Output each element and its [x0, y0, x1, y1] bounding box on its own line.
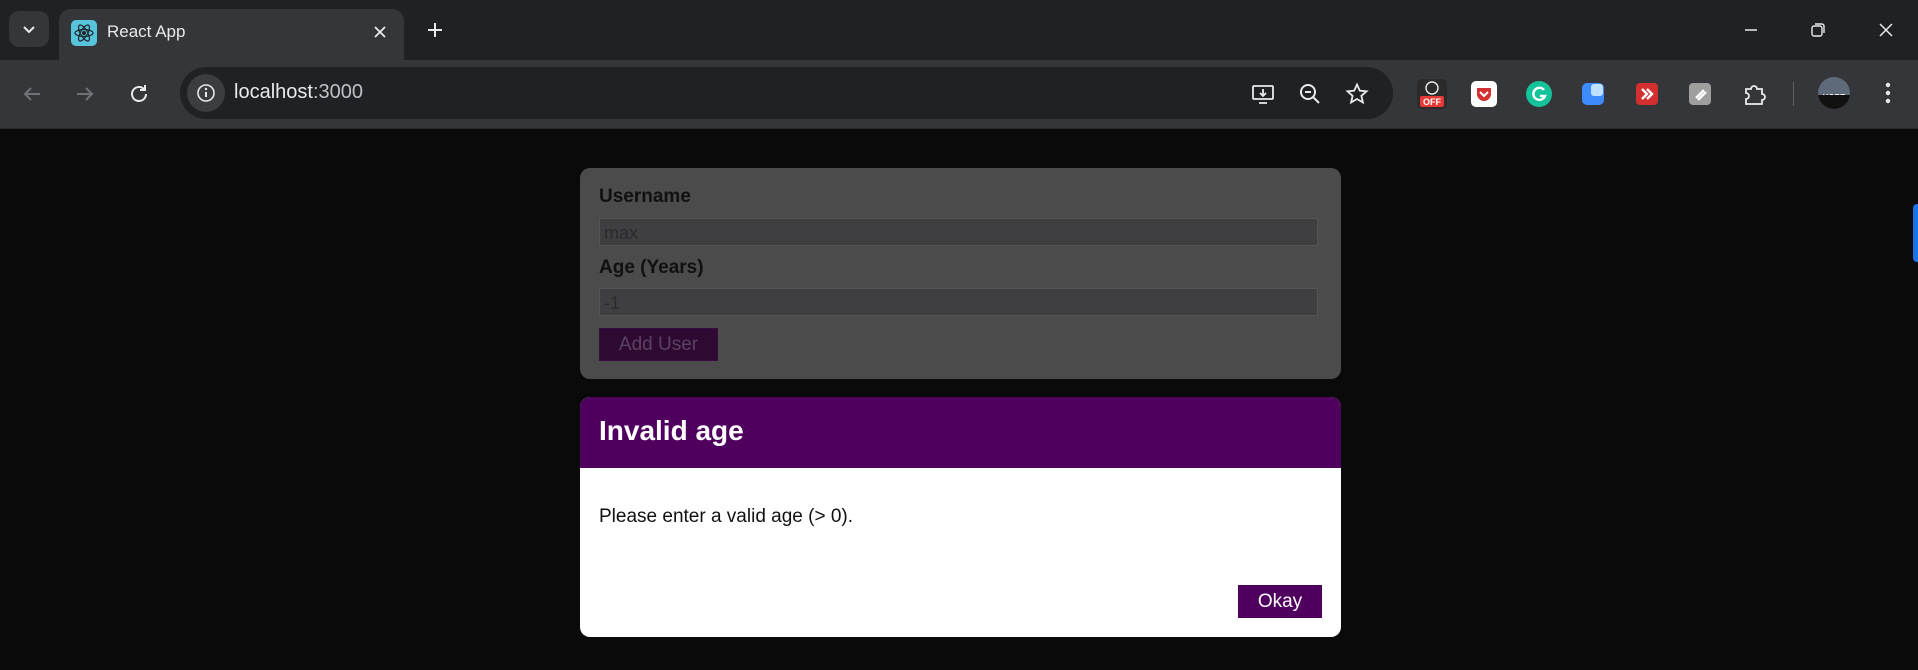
extension-blue-button[interactable]: [1578, 79, 1608, 109]
extension-off-icon: OFF: [1420, 81, 1444, 107]
svg-text:OFF: OFF: [1423, 97, 1441, 107]
modal-header: Invalid age: [580, 397, 1341, 468]
pocket-icon: [1477, 88, 1491, 101]
browser-toolbar: localhost:3000 OFF HOPE: [0, 60, 1918, 129]
error-modal: Invalid age Please enter a valid age (> …: [580, 397, 1341, 637]
reload-icon: [131, 85, 147, 102]
toolbar-separator: [1793, 82, 1794, 106]
extension-pocket-button[interactable]: [1471, 81, 1497, 107]
url-text: localhost:3000: [234, 81, 363, 104]
username-label: Username: [599, 186, 691, 207]
side-panel-handle[interactable]: [1913, 204, 1918, 262]
reload-button[interactable]: [121, 76, 157, 112]
arrow-right-icon: [77, 87, 94, 101]
restore-icon: [1811, 23, 1825, 37]
plus-icon: [428, 23, 442, 37]
window-close-button[interactable]: [1866, 12, 1906, 48]
extension-red-button[interactable]: [1632, 79, 1662, 109]
grammarly-icon: [1526, 81, 1552, 107]
bookmark-button[interactable]: [1342, 79, 1372, 109]
url-host: localhost: [234, 81, 313, 103]
profile-avatar[interactable]: HOPE: [1818, 77, 1850, 109]
chevron-down-icon: [23, 26, 35, 34]
close-icon: [1879, 23, 1893, 37]
restore-button[interactable]: [1798, 12, 1838, 48]
extensions-menu-button[interactable]: [1739, 79, 1769, 109]
tab-close-button[interactable]: [366, 18, 394, 46]
arrow-left-icon: [23, 87, 40, 101]
username-input[interactable]: max: [599, 218, 1318, 246]
star-icon: [1345, 82, 1369, 105]
zoom-out-icon: [1300, 84, 1320, 104]
extension-red-icon: [1636, 83, 1658, 105]
puzzle-icon: [1745, 85, 1766, 105]
browser-tab[interactable]: React App: [59, 9, 404, 60]
add-user-card: Username max Age (Years) -1 Add User: [580, 168, 1341, 379]
svg-text:HOPE: HOPE: [1823, 93, 1846, 102]
url-port: :3000: [312, 81, 363, 103]
address-bar[interactable]: localhost:3000: [180, 67, 1393, 119]
avatar-image: HOPE: [1823, 93, 1846, 102]
minimize-button[interactable]: [1731, 12, 1771, 48]
modal-title: Invalid age: [599, 415, 744, 446]
zoom-button[interactable]: [1295, 79, 1325, 109]
new-tab-button[interactable]: [420, 15, 450, 45]
info-icon: [197, 84, 215, 102]
install-app-icon: [1252, 85, 1274, 104]
forward-button[interactable]: [67, 76, 103, 112]
extension-blue-icon: [1582, 83, 1604, 105]
modal-message: Please enter a valid age (> 0).: [599, 506, 854, 527]
more-vertical-icon: [1885, 82, 1891, 104]
add-user-button[interactable]: Add User: [599, 328, 718, 361]
extension-grey-button[interactable]: [1685, 79, 1715, 109]
site-info-button[interactable]: [187, 74, 225, 112]
tab-title: React App: [107, 22, 186, 41]
install-app-button[interactable]: [1248, 79, 1278, 109]
react-logo-icon: [71, 20, 97, 46]
tab-strip: React App: [0, 0, 1918, 60]
back-button[interactable]: [14, 76, 50, 112]
age-input[interactable]: -1: [599, 288, 1318, 316]
extension-grammarly-button[interactable]: [1524, 79, 1554, 109]
okay-button[interactable]: Okay: [1238, 585, 1322, 618]
browser-menu-button[interactable]: [1872, 77, 1904, 109]
extension-off-button[interactable]: OFF: [1417, 79, 1447, 109]
close-icon: [374, 26, 386, 38]
minimize-icon: [1745, 29, 1757, 31]
age-label: Age (Years): [599, 257, 704, 278]
tab-search-button[interactable]: [9, 11, 49, 47]
extension-grey-icon: [1689, 83, 1711, 105]
